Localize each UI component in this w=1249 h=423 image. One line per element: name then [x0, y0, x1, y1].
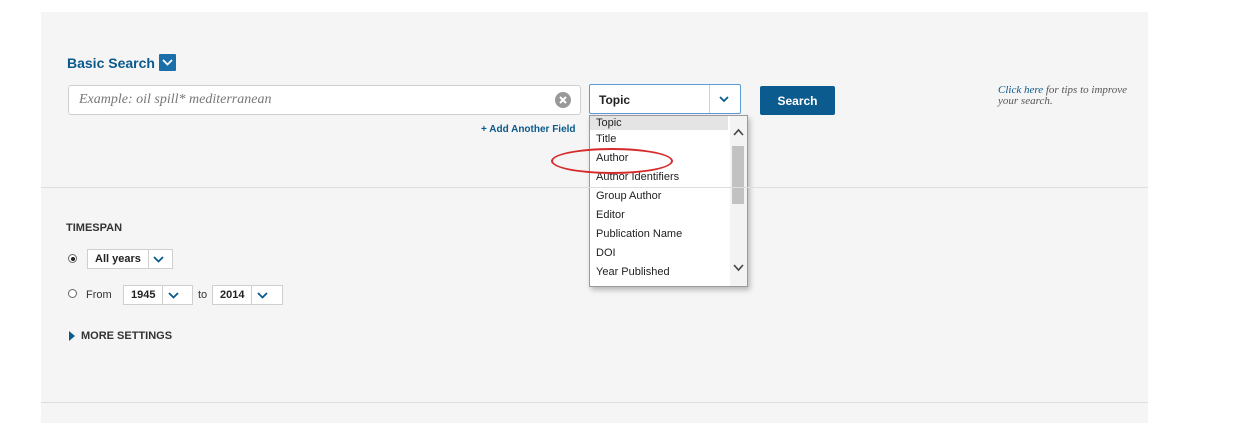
dropdown-option-publication-name[interactable]: Publication Name	[590, 225, 728, 244]
basic-search-label: Basic Search	[67, 54, 155, 71]
chevron-up-icon[interactable]	[732, 126, 745, 139]
dropdown-option-group-author[interactable]: Group Author	[590, 187, 728, 206]
to-year-value: 2014	[213, 286, 253, 304]
chevron-down-icon	[719, 96, 729, 103]
dropdown-option-year-published[interactable]: Year Published	[590, 263, 728, 282]
add-another-field-link[interactable]: + Add Another Field	[481, 124, 576, 135]
dropdown-option-author-identifiers[interactable]: Author Identifiers	[590, 168, 728, 187]
more-settings-toggle[interactable]: MORE SETTINGS	[69, 330, 172, 342]
chevron-down-icon	[149, 255, 169, 263]
dropdown-option-title[interactable]: Title	[590, 130, 728, 149]
search-button[interactable]: Search	[760, 86, 835, 115]
scrollbar-thumb[interactable]	[732, 146, 744, 204]
search-field-select[interactable]: Topic	[589, 84, 741, 114]
from-year-value: 1945	[124, 286, 164, 304]
section-divider	[41, 187, 1148, 188]
chevron-down-icon[interactable]	[158, 54, 176, 71]
basic-search-toggle[interactable]: Basic Search	[67, 54, 176, 71]
more-settings-label: MORE SETTINGS	[81, 330, 173, 342]
dropdown-scrollbar[interactable]	[730, 116, 747, 286]
chevron-down-icon	[252, 291, 272, 299]
from-year-select[interactable]: 1945	[123, 285, 193, 305]
dropdown-option-author[interactable]: Author	[590, 149, 728, 168]
from-label: From	[86, 289, 112, 301]
timespan-title: TIMESPAN	[66, 222, 123, 234]
search-tips: Click here for tips to improve your sear…	[998, 85, 1138, 107]
dropdown-option-editor[interactable]: Editor	[590, 206, 728, 225]
to-year-select[interactable]: 2014	[212, 285, 283, 305]
dropdown-option-doi[interactable]: DOI	[590, 244, 728, 263]
search-field-value: Topic	[599, 93, 631, 107]
clear-icon[interactable]	[555, 92, 571, 108]
all-years-radio[interactable]	[68, 254, 77, 263]
to-label: to	[198, 289, 208, 301]
section-divider	[41, 402, 1148, 403]
triangle-right-icon	[69, 331, 75, 341]
chevron-down-icon	[163, 291, 183, 299]
chevron-down-icon[interactable]	[732, 261, 745, 274]
field-dropdown-list[interactable]: Topic Title Author Author Identifiers Gr…	[589, 115, 748, 287]
dropdown-option-topic[interactable]: Topic	[590, 116, 728, 130]
year-range-radio[interactable]	[68, 289, 77, 298]
select-separator	[709, 85, 710, 113]
all-years-select[interactable]: All years	[87, 249, 173, 269]
all-years-value: All years	[88, 250, 149, 268]
search-panel: Basic Search + Add Another Field Topic S…	[41, 12, 1148, 423]
search-input[interactable]	[68, 85, 581, 115]
